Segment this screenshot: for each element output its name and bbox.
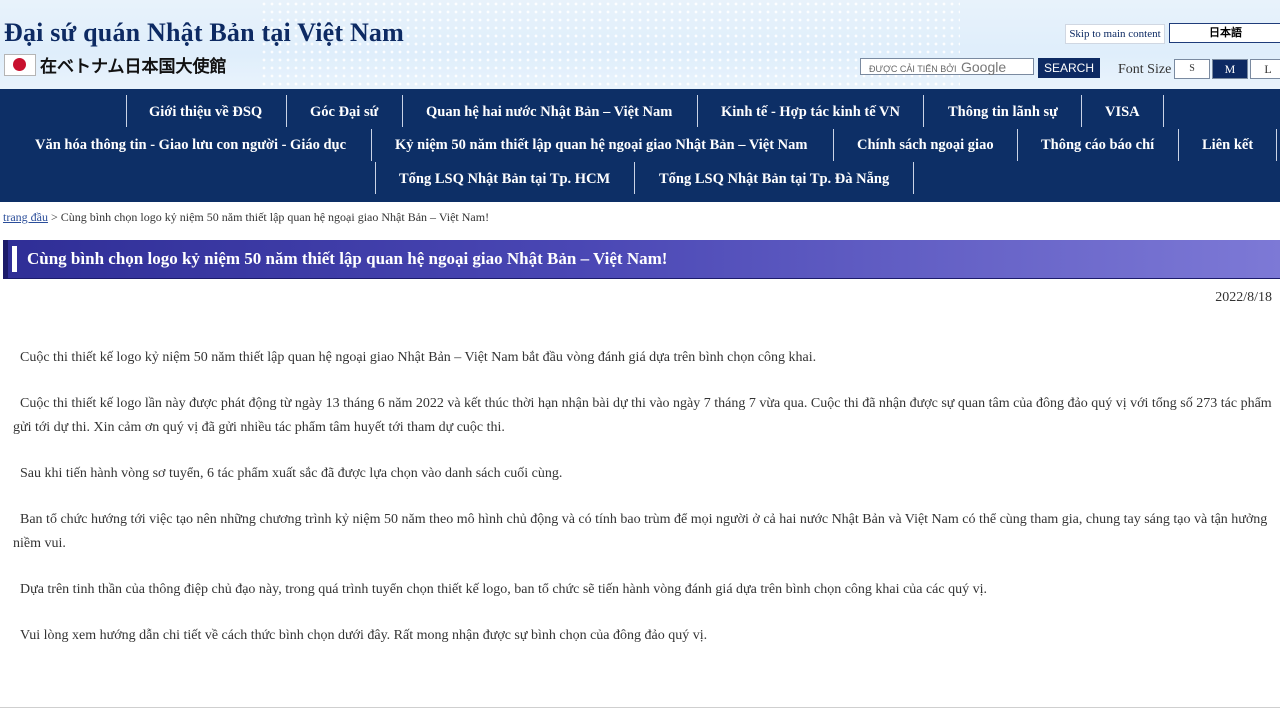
nav-item-visa[interactable]: VISA bbox=[1105, 95, 1140, 129]
nav-item-goc-dai-su[interactable]: Góc Đại sứ bbox=[310, 95, 378, 129]
search-placeholder: ĐƯỢC CẢI TIẾN BỞI bbox=[869, 64, 957, 74]
nav-separator bbox=[923, 95, 924, 127]
title-marker bbox=[12, 246, 17, 272]
nav-separator bbox=[371, 129, 372, 161]
nav-separator bbox=[402, 95, 403, 127]
article-paragraph: Dựa trên tinh thần của thông điệp chủ đạ… bbox=[20, 582, 987, 597]
breadcrumb: trang đầu > Cùng bình chọn logo kỷ niệm … bbox=[3, 210, 489, 225]
font-size-label: Font Size bbox=[1118, 62, 1172, 77]
article-body: Cuộc thi thiết kế logo kỷ niệm 50 năm th… bbox=[13, 346, 1275, 670]
nav-separator bbox=[833, 129, 834, 161]
nav-item-van-hoa[interactable]: Văn hóa thông tin - Giao lưu con người -… bbox=[35, 128, 346, 162]
site-title[interactable]: Đại sứ quán Nhật Bản tại Việt Nam bbox=[4, 18, 404, 48]
site-subtitle[interactable]: 在ベトナム日本国大使館 bbox=[40, 52, 227, 77]
nav-separator bbox=[913, 162, 914, 194]
nav-separator bbox=[375, 162, 376, 194]
nav-item-quan-he[interactable]: Quan hệ hai nước Nhật Bản – Việt Nam bbox=[426, 95, 672, 129]
breadcrumb-separator: > bbox=[50, 210, 58, 224]
search-button[interactable]: SEARCH bbox=[1038, 58, 1100, 78]
site-subtitle-row: 在ベトナム日本国大使館 bbox=[4, 52, 227, 77]
search-input[interactable]: ĐƯỢC CẢI TIẾN BỞI Google bbox=[860, 58, 1034, 75]
font-size-large-button[interactable]: L bbox=[1250, 59, 1280, 79]
nav-item-gioi-thieu[interactable]: Giới thiệu về ĐSQ bbox=[149, 95, 262, 129]
article-paragraph: Vui lòng xem hướng dẫn chi tiết về cách … bbox=[20, 628, 708, 643]
nav-item-chinh-sach[interactable]: Chính sách ngoại giao bbox=[857, 128, 994, 162]
article-paragraph: Ban tổ chức hướng tới việc tạo nên những… bbox=[13, 512, 1268, 551]
article-paragraph: Cuộc thi thiết kế logo lần này được phát… bbox=[13, 396, 1272, 435]
skip-to-content-link[interactable]: Skip to main content bbox=[1065, 24, 1165, 44]
nav-separator bbox=[1276, 129, 1277, 161]
nav-separator bbox=[286, 95, 287, 127]
nav-item-thong-cao[interactable]: Thông cáo báo chí bbox=[1041, 128, 1154, 162]
nav-separator bbox=[1081, 95, 1082, 127]
nav-item-tlsq-da-nang[interactable]: Tổng LSQ Nhật Bản tại Tp. Đà Nẵng bbox=[659, 162, 889, 196]
google-logo: Google bbox=[960, 59, 1007, 75]
nav-item-lien-ket[interactable]: Liên kết bbox=[1202, 128, 1253, 162]
article-title-bar: Cùng bình chọn logo kỷ niệm 50 năm thiết… bbox=[3, 240, 1280, 279]
nav-separator bbox=[697, 95, 698, 127]
nav-separator bbox=[634, 162, 635, 194]
nav-separator bbox=[126, 95, 127, 127]
nav-separator bbox=[1163, 95, 1164, 127]
font-size-small-button[interactable]: S bbox=[1174, 59, 1210, 79]
divider bbox=[0, 707, 1280, 708]
japan-flag-icon bbox=[4, 53, 36, 76]
japanese-language-link[interactable]: 日本語 bbox=[1169, 23, 1280, 43]
site-header: Đại sứ quán Nhật Bản tại Việt Nam 在ベトナム日… bbox=[0, 0, 1280, 89]
main-navigation: Giới thiệu về ĐSQ Góc Đại sứ Quan hệ hai… bbox=[0, 89, 1280, 202]
breadcrumb-current: Cùng bình chọn logo kỷ niệm 50 năm thiết… bbox=[60, 210, 490, 224]
breadcrumb-home-link[interactable]: trang đầu bbox=[3, 210, 48, 224]
nav-separator bbox=[1178, 129, 1179, 161]
article-date: 2022/8/18 bbox=[1215, 290, 1272, 305]
font-size-medium-button[interactable]: M bbox=[1212, 59, 1248, 79]
page-title: Cùng bình chọn logo kỷ niệm 50 năm thiết… bbox=[27, 249, 668, 268]
article-paragraph: Cuộc thi thiết kế logo kỷ niệm 50 năm th… bbox=[20, 350, 817, 365]
article-paragraph: Sau khi tiến hành vòng sơ tuyển, 6 tác p… bbox=[20, 466, 563, 481]
nav-item-kinh-te[interactable]: Kinh tế - Hợp tác kinh tế VN bbox=[721, 95, 900, 129]
nav-item-tlsq-hcm[interactable]: Tổng LSQ Nhật Bản tại Tp. HCM bbox=[399, 162, 610, 196]
nav-item-lanh-su[interactable]: Thông tin lãnh sự bbox=[948, 95, 1058, 129]
nav-separator bbox=[1017, 129, 1018, 161]
nav-item-ky-niem-50[interactable]: Kỷ niệm 50 năm thiết lập quan hệ ngoại g… bbox=[395, 128, 808, 162]
